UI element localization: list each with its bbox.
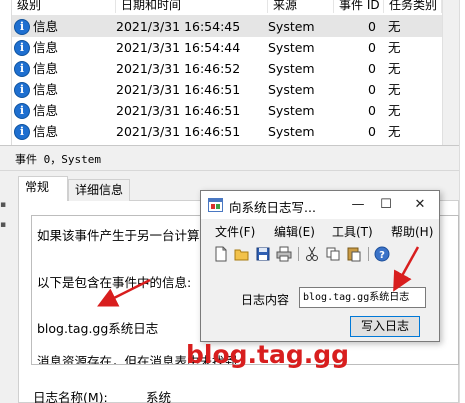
info-icon: i	[14, 39, 30, 56]
copy-icon[interactable]	[325, 246, 341, 262]
row-task: 无	[388, 61, 401, 76]
info-icon: i	[14, 60, 30, 77]
table-row[interactable]: i 信息 2021/3/31 16:54:44 System 0 无	[12, 37, 442, 58]
cut-icon[interactable]	[304, 246, 320, 262]
event-rows: i 信息 2021/3/31 16:54:45 System 0 无 i 信息 20…	[12, 16, 442, 142]
dialog-title-bar[interactable]: 向系统日志写... — ☐ ✕	[201, 191, 439, 219]
menu-tools[interactable]: 工具(T)	[332, 223, 373, 240]
row-task: 无	[388, 19, 401, 34]
event-detail-title: 事件 0，System	[15, 153, 101, 166]
table-row[interactable]: i 信息 2021/3/31 16:46:52 System 0 无	[12, 58, 442, 79]
row-event-id: 0	[368, 82, 376, 97]
left-edge-marks: ▪ ▪	[0, 200, 7, 230]
description-line: 以下是包含在事件中的信息:	[37, 275, 192, 290]
row-event-id: 0	[368, 124, 376, 139]
menu-edit[interactable]: 编辑(E)	[274, 223, 315, 240]
open-folder-icon[interactable]	[234, 246, 250, 262]
paste-icon[interactable]	[346, 246, 362, 262]
write-log-dialog: 向系统日志写... — ☐ ✕ 文件(F) 编辑(E) 工具(T) 帮助(H) …	[200, 190, 440, 342]
dialog-toolbar: ?	[201, 243, 439, 265]
right-pane-edge	[459, 0, 465, 403]
watermark-text: blog.tag.gg	[186, 340, 350, 369]
table-row[interactable]: i 信息 2021/3/31 16:54:45 System 0 无	[12, 16, 442, 37]
event-list-scrollbar[interactable]	[442, 0, 459, 145]
menu-help[interactable]: 帮助(H)	[391, 223, 433, 240]
dialog-title: 向系统日志写...	[229, 200, 316, 215]
description-line: blog.tag.gg系统日志	[37, 321, 159, 336]
log-content-label: 日志内容	[241, 293, 290, 307]
row-datetime: 2021/3/31 16:54:45	[116, 19, 241, 34]
row-level: 信息	[33, 82, 59, 97]
row-source: System	[268, 61, 315, 76]
app-icon	[208, 198, 223, 212]
tab-general[interactable]: 常规	[18, 176, 68, 201]
info-icon: i	[14, 18, 30, 35]
event-list-header: 级别 日期和时间 来源 事件 ID 任务类别	[12, 0, 442, 16]
column-header-source[interactable]: 来源	[268, 0, 334, 13]
row-datetime: 2021/3/31 16:46:51	[116, 124, 241, 139]
column-header-level[interactable]: 级别	[12, 0, 116, 13]
table-row[interactable]: i 信息 2021/3/31 16:46:51 System 0 无	[12, 79, 442, 100]
menu-file[interactable]: 文件(F)	[215, 223, 255, 240]
info-icon: i	[14, 81, 30, 98]
row-level: 信息	[33, 19, 59, 34]
event-detail-header: 事件 0，System	[0, 145, 459, 171]
row-task: 无	[388, 124, 401, 139]
log-name-value: 系统	[146, 390, 172, 403]
description-line: 如果该事件产生于另一台计算机	[37, 228, 213, 243]
row-task: 无	[388, 40, 401, 55]
row-source: System	[268, 82, 315, 97]
row-datetime: 2021/3/31 16:46:51	[116, 103, 241, 118]
row-source: System	[268, 40, 315, 55]
row-task: 无	[388, 103, 401, 118]
row-level: 信息	[33, 61, 59, 76]
row-event-id: 0	[368, 19, 376, 34]
row-level: 信息	[33, 103, 59, 118]
save-icon[interactable]	[255, 246, 271, 262]
row-datetime: 2021/3/31 16:46:51	[116, 82, 241, 97]
row-level: 信息	[33, 40, 59, 55]
new-file-icon[interactable]	[213, 246, 229, 262]
row-source: System	[268, 124, 315, 139]
close-button[interactable]: ✕	[407, 191, 433, 219]
row-event-id: 0	[368, 40, 376, 55]
left-pane-edge	[0, 0, 12, 145]
column-header-datetime[interactable]: 日期和时间	[116, 0, 268, 13]
svg-text:?: ?	[379, 250, 385, 261]
row-datetime: 2021/3/31 16:54:44	[116, 40, 241, 55]
tab-details[interactable]: 详细信息	[68, 179, 130, 201]
info-icon: i	[14, 102, 30, 119]
row-event-id: 0	[368, 61, 376, 76]
row-source: System	[268, 19, 315, 34]
row-source: System	[268, 103, 315, 118]
row-event-id: 0	[368, 103, 376, 118]
row-task: 无	[388, 82, 401, 97]
print-icon[interactable]	[276, 246, 292, 262]
column-header-task-category[interactable]: 任务类别	[384, 0, 442, 13]
row-datetime: 2021/3/31 16:46:52	[116, 61, 241, 76]
info-icon: i	[14, 123, 30, 140]
log-content-input[interactable]: blog.tag.gg系统日志	[299, 287, 426, 308]
row-level: 信息	[33, 124, 59, 139]
table-row[interactable]: i 信息 2021/3/31 16:46:51 System 0 无	[12, 121, 442, 142]
log-name-label: 日志名称(M):	[33, 390, 108, 403]
toolbar-separator	[298, 247, 299, 261]
event-list: 级别 日期和时间 来源 事件 ID 任务类别 i 信息 2021/3/31 16:…	[0, 0, 465, 145]
column-header-event-id[interactable]: 事件 ID	[334, 0, 384, 13]
maximize-button[interactable]: ☐	[373, 191, 399, 219]
table-row[interactable]: i 信息 2021/3/31 16:46:51 System 0 无	[12, 100, 442, 121]
toolbar-separator	[368, 247, 369, 261]
dialog-menu-bar: 文件(F) 编辑(E) 工具(T) 帮助(H)	[201, 219, 439, 241]
help-icon[interactable]: ?	[374, 246, 390, 262]
minimize-button[interactable]: —	[345, 191, 371, 219]
write-log-button[interactable]: 写入日志	[350, 316, 420, 337]
